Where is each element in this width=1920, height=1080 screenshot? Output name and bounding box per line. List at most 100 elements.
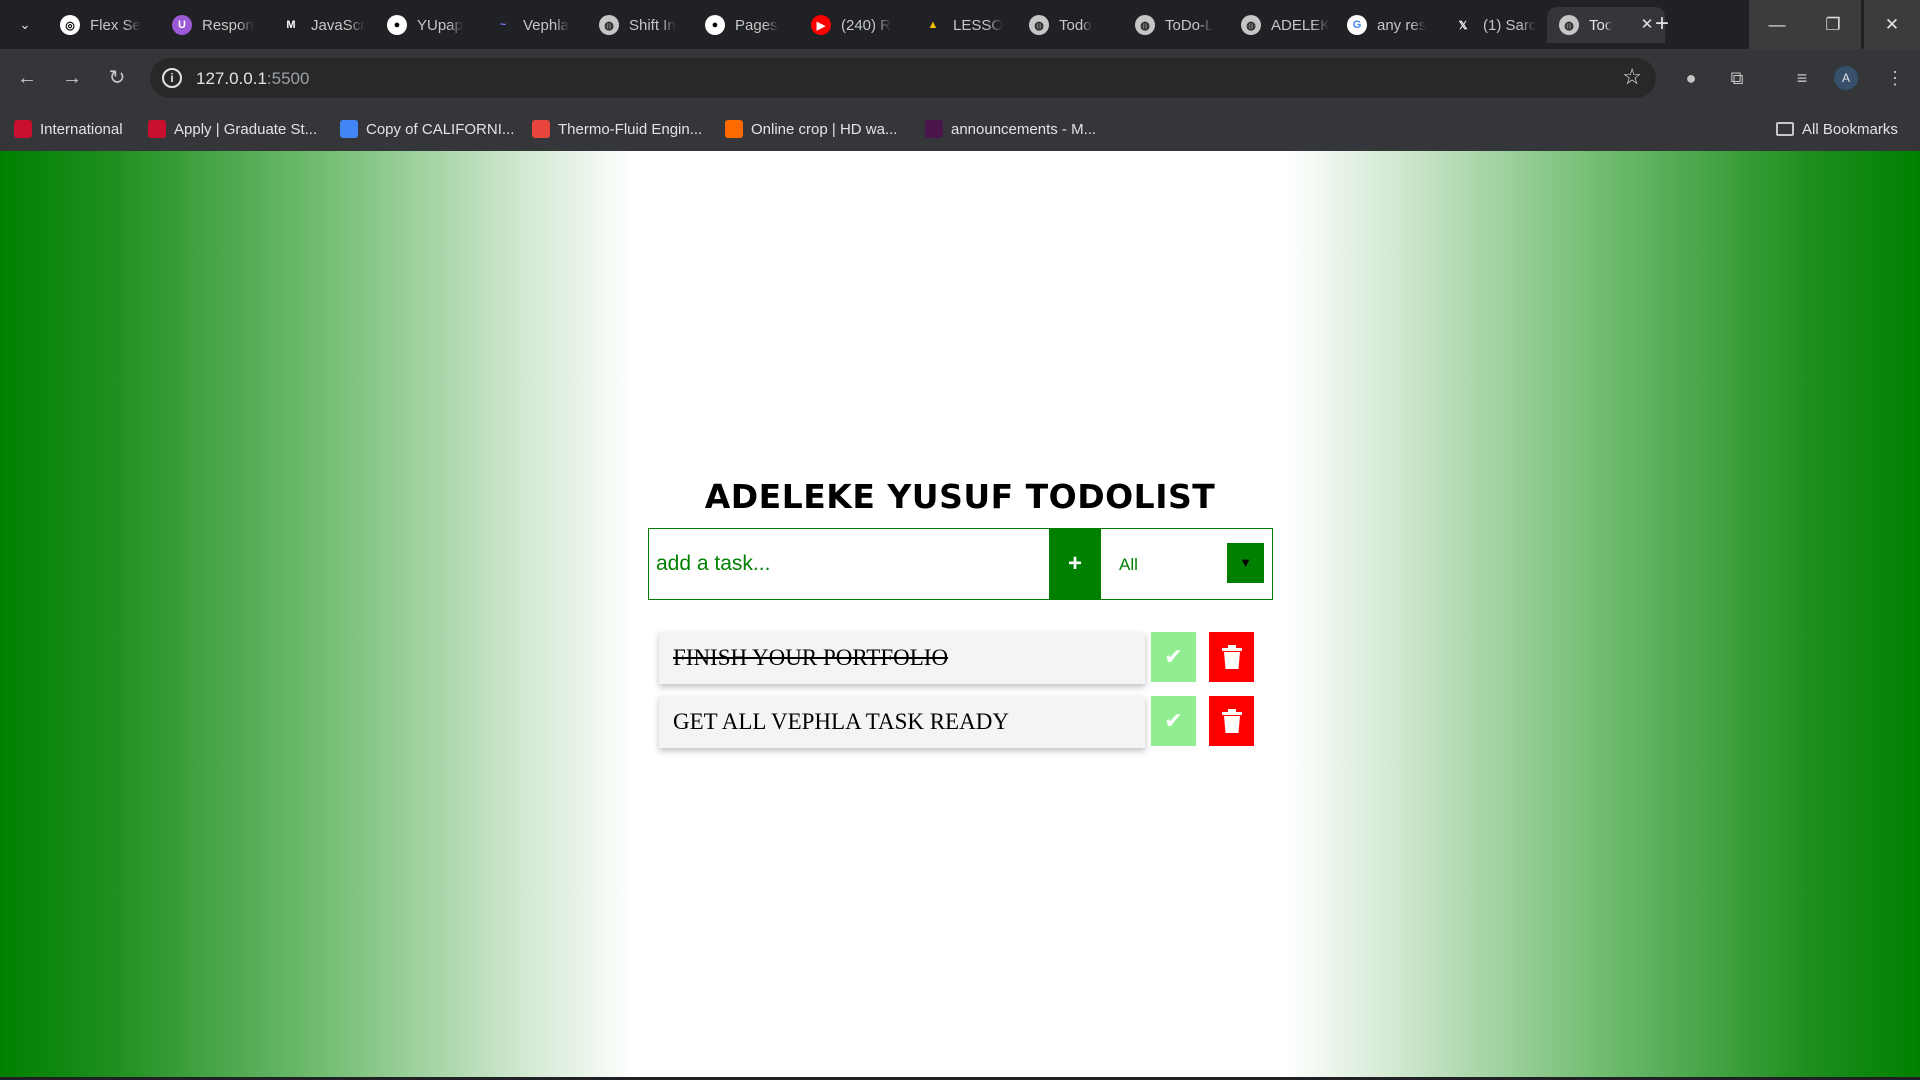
- bookmark-label: announcements - M...: [951, 120, 1097, 138]
- globe-icon: ◍: [599, 15, 619, 35]
- close-window-button[interactable]: ✕: [1864, 0, 1920, 49]
- tab-title: ToDo-L: [1165, 16, 1214, 34]
- bookmark-star-icon[interactable]: ☆: [1622, 66, 1642, 88]
- all-bookmarks-label: All Bookmarks: [1802, 120, 1898, 138]
- tab-title: Vephla: [523, 16, 569, 34]
- folder-icon: [1776, 122, 1794, 136]
- todo-text: FINISH YOUR PORTFOLIO: [659, 632, 1145, 684]
- globe-icon: ◍: [1559, 15, 1579, 35]
- bookmark-item[interactable]: Copy of CALIFORNI...: [340, 117, 514, 141]
- minimize-button[interactable]: —: [1749, 0, 1805, 49]
- complete-button[interactable]: ✔: [1151, 632, 1196, 682]
- menu-kebab-icon[interactable]: ⋮: [1880, 63, 1910, 93]
- new-tab-button[interactable]: +: [1648, 11, 1676, 39]
- todo-form: + All ▼: [648, 528, 1273, 600]
- tab-title: any res: [1377, 16, 1427, 34]
- trash-icon: [1221, 709, 1242, 733]
- openai-icon: ◎: [60, 15, 80, 35]
- browser-tab[interactable]: ◍ ToDo-L: [1123, 7, 1229, 43]
- forward-button[interactable]: →: [57, 63, 87, 93]
- bookmark-label: International: [40, 120, 123, 138]
- todo-text: GET ALL VEPHLA TASK READY: [659, 696, 1145, 748]
- bookmarks-bar: All Bookmarks International Apply | Gradu…: [0, 108, 1920, 151]
- filter-select[interactable]: All ▼: [1101, 529, 1272, 599]
- filter-selected-value: All: [1119, 555, 1138, 574]
- dropdown-arrow-icon[interactable]: ▼: [1227, 543, 1264, 583]
- tab-title: LESSO: [953, 16, 1004, 34]
- slack-icon: [925, 120, 943, 138]
- tab-title: Pages: [735, 16, 778, 34]
- tab-title: Todo: [1059, 16, 1092, 34]
- browser-tab[interactable]: ◍ Shift In: [587, 7, 693, 43]
- browser-tab[interactable]: 𝕏 (1) Sarc: [1441, 7, 1547, 43]
- browser-tab[interactable]: ● YUpap: [375, 7, 481, 43]
- url-host: 127.0.0.1: [196, 69, 267, 88]
- university-icon: [148, 120, 166, 138]
- task-input[interactable]: [649, 529, 1049, 599]
- tab-title: Flex Se: [90, 16, 141, 34]
- extension-bug-icon[interactable]: ●: [1676, 63, 1706, 93]
- browser-tab[interactable]: ◍ ADELEK: [1229, 7, 1335, 43]
- google-icon: G: [1347, 15, 1367, 35]
- browser-tab[interactable]: Gany res: [1335, 7, 1441, 43]
- bookmark-item[interactable]: announcements - M...: [925, 117, 1096, 141]
- profile-avatar[interactable]: A: [1834, 66, 1858, 90]
- bookmark-label: Thermo-Fluid Engin...: [558, 120, 703, 138]
- globe-icon: ◍: [1029, 15, 1049, 35]
- add-task-button[interactable]: +: [1049, 529, 1101, 599]
- browser-tab[interactable]: ▲ LESSO: [911, 7, 1017, 43]
- tab-title: (1) Sarc: [1483, 16, 1537, 34]
- browser-tab[interactable]: M JavaScr: [269, 7, 375, 43]
- reload-button[interactable]: ↻: [102, 63, 132, 93]
- bookmark-label: Copy of CALIFORNI...: [366, 120, 515, 138]
- page-title: ADELEKE YUSUF TODOLIST: [704, 477, 1216, 516]
- complete-button[interactable]: ✔: [1151, 696, 1196, 746]
- bookmark-item[interactable]: Online crop | HD wa...: [725, 117, 897, 141]
- page-viewport: ADELEKE YUSUF TODOLIST + All ▼ FINISH YO…: [0, 151, 1920, 1077]
- bookmark-item[interactable]: International: [14, 117, 123, 141]
- restore-button[interactable]: ❐: [1805, 0, 1861, 49]
- todo-item: GET ALL VEPHLA TASK READY ✔: [659, 696, 1264, 748]
- address-bar[interactable]: i 127.0.0.1:5500 ☆: [150, 58, 1656, 98]
- site-info-icon[interactable]: i: [162, 68, 182, 88]
- tab-title: Toc: [1589, 16, 1613, 34]
- check-icon: ✔: [1164, 644, 1183, 669]
- bookmark-item[interactable]: Apply | Graduate St...: [148, 117, 317, 141]
- x-twitter-icon: 𝕏: [1458, 19, 1468, 32]
- u-app-icon: U: [172, 15, 192, 35]
- tab-title: Respon: [202, 16, 254, 34]
- github-icon: ●: [705, 15, 725, 35]
- tab-title: YUpap: [417, 16, 463, 34]
- bookmark-item[interactable]: Thermo-Fluid Engin...: [532, 117, 702, 141]
- calendar-icon: [532, 120, 550, 138]
- flame-icon: [725, 120, 743, 138]
- extensions-puzzle-icon[interactable]: ⧉: [1722, 63, 1752, 93]
- m-letter-icon: M: [286, 19, 296, 31]
- browser-tab[interactable]: ▶ (240) R: [799, 7, 911, 43]
- vephla-icon: ~: [499, 19, 507, 31]
- browser-tab[interactable]: ~ Vephla: [481, 7, 587, 43]
- browser-tab[interactable]: ◍ Todo: [1017, 7, 1123, 43]
- globe-icon: ◍: [1135, 15, 1155, 35]
- browser-tab[interactable]: ◎ Flex Se: [48, 7, 160, 43]
- media-control-icon[interactable]: ≡: [1787, 63, 1817, 93]
- google-docs-icon: [340, 120, 358, 138]
- back-button[interactable]: ←: [12, 63, 42, 93]
- delete-button[interactable]: [1209, 696, 1254, 746]
- delete-button[interactable]: [1209, 632, 1254, 682]
- check-icon: ✔: [1164, 708, 1183, 733]
- tab-search-button[interactable]: ⌄: [12, 12, 38, 38]
- todo-item: FINISH YOUR PORTFOLIO ✔: [659, 632, 1264, 684]
- browser-tab[interactable]: U Respon: [160, 7, 269, 43]
- browser-tab[interactable]: ● Pages: [693, 7, 799, 43]
- all-bookmarks-button[interactable]: All Bookmarks: [1776, 117, 1898, 141]
- bookmark-label: Online crop | HD wa...: [751, 120, 898, 138]
- url-text: 127.0.0.1:5500: [196, 69, 309, 89]
- tab-title: Shift In: [629, 16, 676, 34]
- tab-title: ADELEK: [1271, 16, 1331, 34]
- tab-strip: ⌄ ◎ Flex Se U Respon M JavaScr ● YUpap ~ Vephla ◍ S…: [0, 0, 1920, 49]
- youtube-icon: ▶: [811, 15, 831, 35]
- bookmark-label: Apply | Graduate St...: [174, 120, 318, 138]
- tab-title: (240) R: [841, 16, 892, 34]
- google-drive-icon: ▲: [927, 19, 939, 31]
